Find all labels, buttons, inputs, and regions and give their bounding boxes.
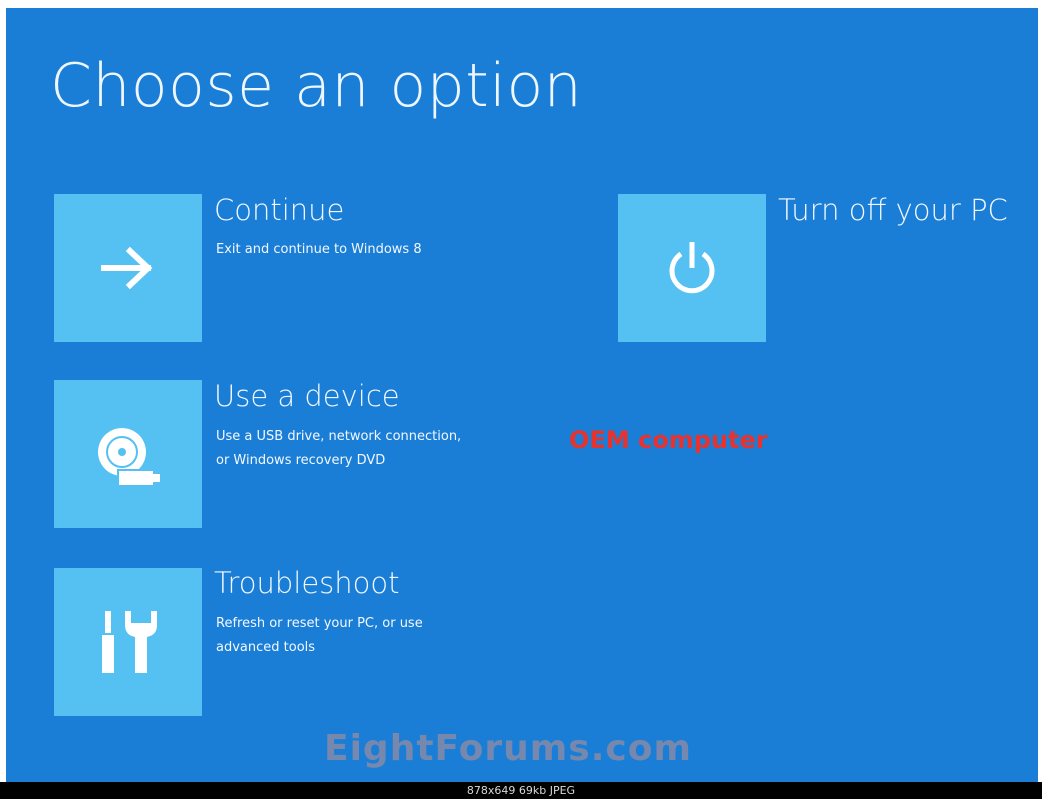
troubleshoot-description-line2: advanced tools [216,640,316,655]
page-title: Choose an option [50,51,583,121]
use-a-device-title[interactable]: Use a device [214,382,400,411]
use-a-device-description-line1: Use a USB drive, network connection, [216,429,462,444]
oem-annotation: OEM computer [569,426,768,454]
power-icon [669,242,715,294]
continue-title[interactable]: Continue [214,196,344,225]
troubleshoot-description-line1: Refresh or reset your PC, or use [216,616,423,631]
turn-off-title[interactable]: Turn off your PC [778,196,1008,225]
continue-description: Exit and continue to Windows 8 [216,242,422,257]
turn-off-tile[interactable] [618,194,766,342]
use-a-device-tile[interactable] [54,380,202,528]
tools-icon [102,611,157,673]
arrow-right-icon [101,246,153,290]
recovery-screen: Choose an option Continue Exit and conti… [6,8,1038,782]
troubleshoot-title[interactable]: Troubleshoot [214,569,400,598]
disc-usb-icon [98,428,160,487]
image-info-bar: 878x649 69kb JPEG [0,782,1042,799]
troubleshoot-tile[interactable] [54,568,202,716]
continue-tile[interactable] [54,194,202,342]
use-a-device-description-line2: or Windows recovery DVD [216,453,386,468]
watermark: EightForums.com [324,728,692,769]
